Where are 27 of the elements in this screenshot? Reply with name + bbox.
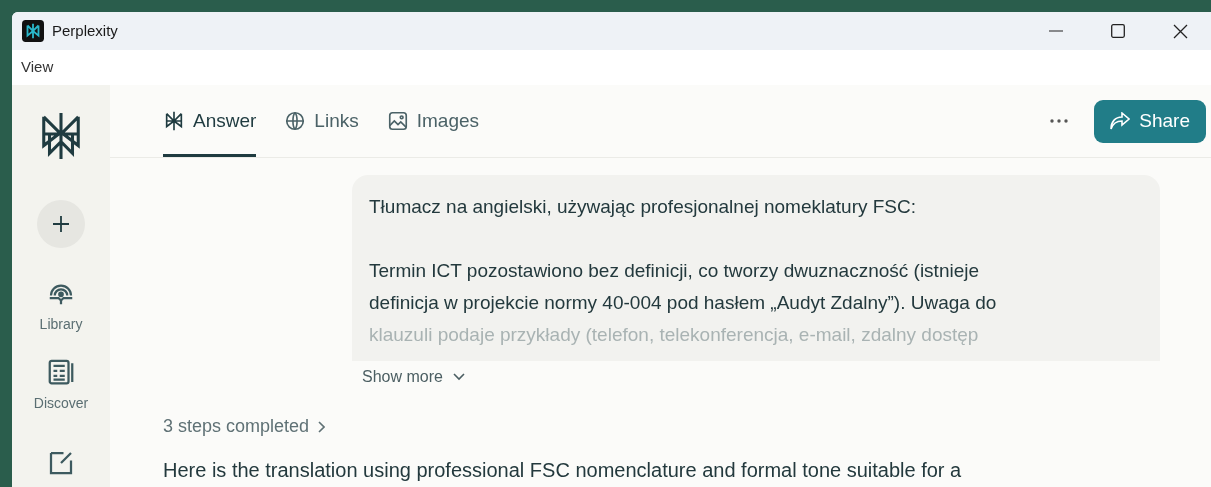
- more-icon[interactable]: [1050, 119, 1069, 123]
- logo-icon: [163, 110, 185, 132]
- globe-icon: [284, 110, 307, 132]
- query-text: Tłumacz na angielski, używając profesjonalnej nomeklatury FSC:: [369, 195, 918, 219]
- menu-item[interactable]: View: [21, 56, 54, 79]
- chevron-right-icon: [318, 420, 326, 433]
- close-icon: [1172, 23, 1188, 39]
- chevron-down-icon: [452, 373, 465, 381]
- maximize-icon: [1111, 24, 1125, 38]
- app-icon: [22, 20, 44, 42]
- minimize-icon: [1049, 30, 1063, 32]
- tab[interactable]: Links: [284, 85, 359, 157]
- sidebar-item[interactable]: Library: [39, 278, 83, 335]
- new-thread-button[interactable]: [37, 200, 85, 248]
- plus-icon: [51, 214, 71, 234]
- answer-text: Here is the translation using professional FSC nomenclature and formal tone suitable for a: [163, 458, 963, 482]
- sidebar-item[interactable]: Discover: [33, 357, 89, 414]
- tab[interactable]: Images: [386, 85, 480, 157]
- share-icon: [1110, 112, 1131, 130]
- window-title: Perplexity: [52, 20, 118, 41]
- steps-toggle[interactable]: 3 steps completed: [163, 413, 326, 440]
- tab[interactable]: Answer: [163, 85, 257, 157]
- share-button[interactable]: Share: [1094, 99, 1206, 143]
- newspaper-icon: [46, 357, 76, 387]
- show-more-button[interactable]: Show more: [362, 365, 465, 389]
- image-icon: [386, 110, 409, 132]
- query-text: Termin ICT pozostawiono bez definicji, co tworzy dwuznaczność (istnieje definicja w projekcie normy 40-004 pod hasłem „Audyt Zdalny”). Uwaga do klauzuli podaje przykłady (telefon, telekonferencja, e-mail, zdalny dostęp: [369, 259, 998, 347]
